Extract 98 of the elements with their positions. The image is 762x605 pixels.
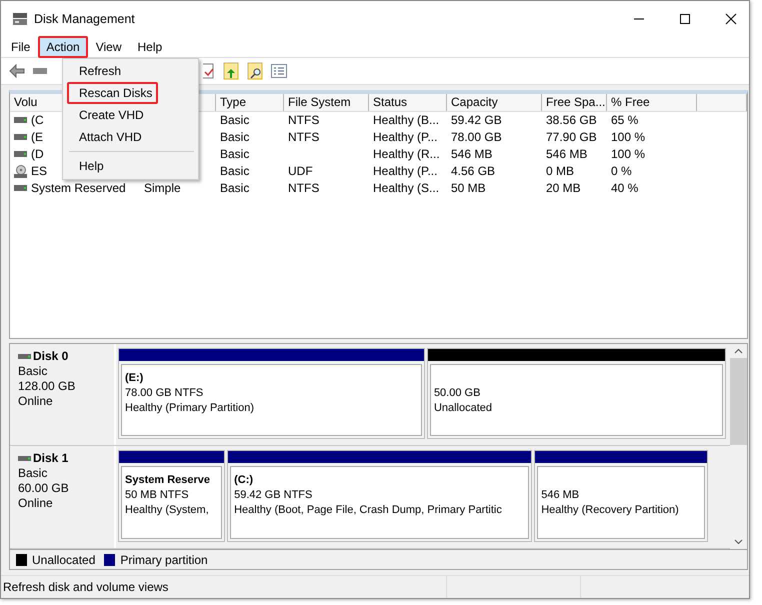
disk-state: Online <box>18 496 54 512</box>
table-cell: 50 MB <box>451 181 486 196</box>
partition-name: (C:) <box>234 473 254 488</box>
partition-status: Healthy (Primary Partition) <box>125 400 255 416</box>
menu-item[interactable]: Attach VHD <box>67 126 154 148</box>
table-cell: 546 MB <box>451 147 492 162</box>
partition-block[interactable]: 546 MB Healthy (Recovery Partition) <box>534 450 708 542</box>
table-cell: Healthy (P... <box>373 130 438 144</box>
column-header[interactable]: File System <box>284 94 369 111</box>
maximize-icon[interactable] <box>679 12 691 25</box>
partition-size: 546 MB <box>541 488 580 504</box>
partition-block[interactable]: (C:) 59.42 GB NTFS Healthy (Boot, Page File, Crash Dump, Primary Partitic <box>227 450 532 542</box>
partition-size: 78.00 GB NTFS <box>125 386 204 401</box>
table-cell: Healthy (R... <box>373 147 440 162</box>
table-cell: 0 MB <box>546 164 574 178</box>
drive-icon <box>18 354 31 359</box>
table-cell: Healthy (P... <box>373 164 438 178</box>
drive-icon[interactable] <box>33 67 47 76</box>
table-cell: Basic <box>220 164 250 178</box>
scroll-up-icon[interactable] <box>734 348 743 354</box>
partition-size: 50.00 GB <box>434 386 482 401</box>
folder-up-icon[interactable] <box>223 62 239 80</box>
table-cell: (D <box>31 147 44 162</box>
drive-icon <box>14 185 27 192</box>
table-cell: (E <box>31 130 43 144</box>
table-cell: 78.00 GB <box>451 130 502 144</box>
menu-item[interactable]: Rescan Disks <box>67 82 158 104</box>
table-cell: 100 % <box>611 130 646 144</box>
partition-name: System Reserve <box>125 473 212 488</box>
table-cell: 38.56 GB <box>546 113 597 128</box>
legend-label: Primary partition <box>120 552 208 567</box>
disk-size: 128.00 GB <box>18 378 76 394</box>
table-cell: (C <box>31 113 44 128</box>
partition-size: 50 MB NTFS <box>125 488 190 504</box>
column-header[interactable]: Capacity <box>447 94 542 111</box>
disk-icon <box>12 12 28 26</box>
table-cell: Basic <box>220 181 250 196</box>
disk-type: Basic <box>18 466 48 482</box>
table-cell: System Reserved <box>31 181 126 196</box>
checkmark-icon[interactable] <box>203 63 215 80</box>
table-cell: Simple <box>144 181 181 196</box>
folder-search-icon[interactable] <box>247 62 263 80</box>
back-arrow-icon[interactable] <box>9 64 25 78</box>
column-header[interactable]: Status <box>369 94 447 111</box>
table-cell: Basic <box>220 113 250 128</box>
table-cell: Healthy (S... <box>373 181 440 196</box>
partition-status: Healthy (System, <box>125 503 210 518</box>
column-header[interactable]: % Free <box>607 94 697 111</box>
table-cell: 77.90 GB <box>546 130 597 144</box>
status-text: Refresh disk and volume views <box>1 576 447 598</box>
table-cell: 20 MB <box>546 181 581 196</box>
window-title: Disk Management <box>34 12 135 26</box>
disk-type: Basic <box>18 364 48 379</box>
table-cell: 0 % <box>611 164 632 178</box>
table-cell: NTFS <box>288 181 320 196</box>
table-cell: NTFS <box>288 113 320 128</box>
partition-size: 59.42 GB NTFS <box>234 488 314 504</box>
menu-item[interactable]: Refresh <box>67 60 134 82</box>
menu-item[interactable]: File <box>3 36 38 58</box>
properties-icon[interactable] <box>271 64 287 78</box>
table-cell: 59.42 GB <box>451 113 502 128</box>
legend-label: Unallocated <box>32 552 96 567</box>
table-cell: Healthy (B... <box>373 113 440 128</box>
partition-status: Healthy (Recovery Partition) <box>541 503 680 518</box>
disk-state: Online <box>18 394 54 409</box>
menu-item[interactable]: Action <box>38 36 88 58</box>
close-icon[interactable] <box>725 12 737 25</box>
table-cell: 4.56 GB <box>451 164 496 178</box>
scroll-down-icon[interactable] <box>734 538 743 545</box>
menu-item[interactable]: Help <box>130 36 170 58</box>
drive-icon <box>18 456 31 462</box>
partition-status: Healthy (Boot, Page File, Crash Dump, Primary Partitic <box>234 503 503 518</box>
partition-name: (E:) <box>125 370 144 386</box>
drive-icon <box>14 134 27 140</box>
partition-block[interactable]: System Reserve 50 MB NTFS Healthy (System, <box>118 450 226 542</box>
table-cell: UDF <box>288 164 313 178</box>
partition-status: Unallocated <box>434 400 494 416</box>
column-header[interactable]: Type <box>216 94 284 111</box>
partition-block[interactable]: (E:) 78.00 GB NTFS Healthy (Primary Partition) <box>118 348 425 440</box>
drive-icon <box>14 117 27 124</box>
table-cell: NTFS <box>288 130 320 144</box>
table-cell: ES <box>31 164 48 178</box>
table-cell: 40 % <box>611 181 638 196</box>
drive-icon <box>14 151 27 158</box>
column-header[interactable]: Free Spa... <box>542 94 607 111</box>
partition-block[interactable]: 50.00 GB Unallocated <box>426 348 726 440</box>
table-cell: Basic <box>220 130 250 144</box>
menu-item[interactable]: View <box>88 36 130 58</box>
disk-name: Disk 0 <box>33 348 68 364</box>
disc-drive-icon <box>14 164 27 178</box>
table-cell: 65 % <box>611 113 638 128</box>
table-cell: 546 MB <box>546 147 588 162</box>
disk-name: Disk 1 <box>33 451 68 466</box>
menu-item[interactable]: Create VHD <box>67 104 156 126</box>
menu-item[interactable]: Help <box>67 155 116 177</box>
table-cell: 100 % <box>611 147 646 162</box>
table-cell: Basic <box>220 147 250 162</box>
disk-size: 60.00 GB <box>18 481 70 496</box>
